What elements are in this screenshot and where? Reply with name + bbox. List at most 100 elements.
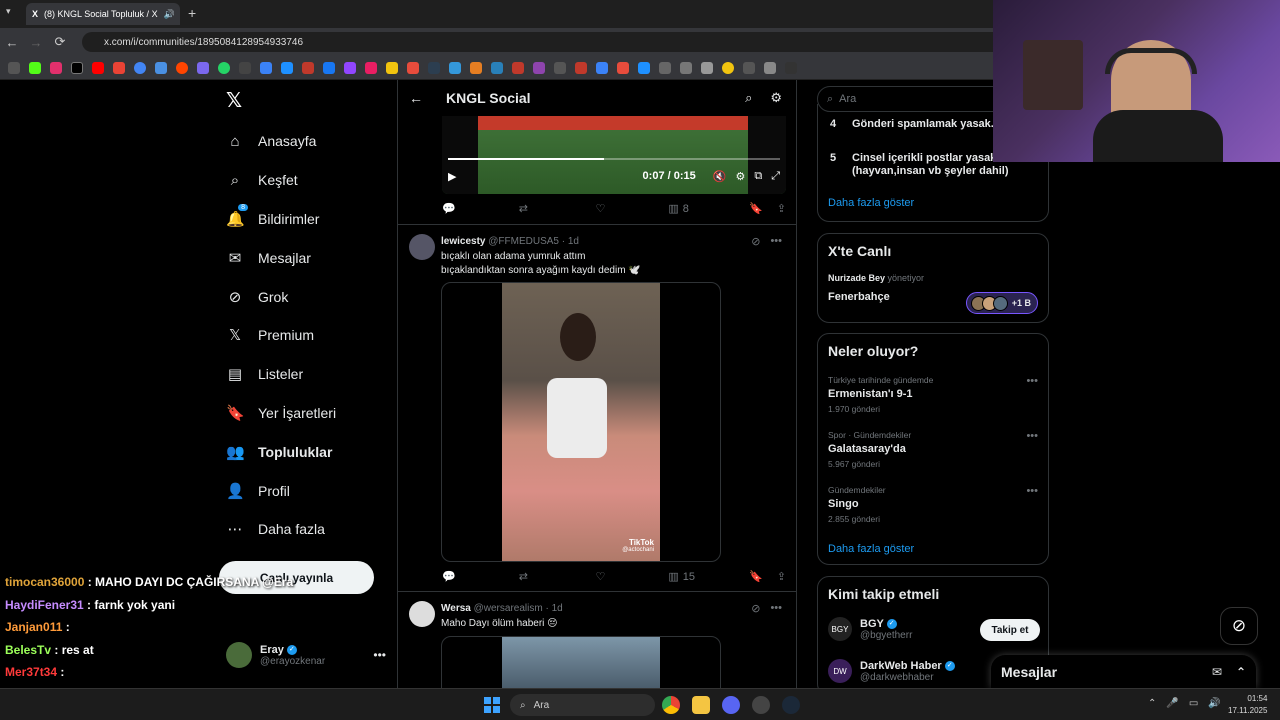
like-icon[interactable]: ♡ [596,202,669,215]
steam-icon[interactable] [782,696,800,714]
repost-icon[interactable]: ⇄ [519,202,596,215]
bookmark-icon[interactable] [575,61,587,74]
file-explorer-icon[interactable] [692,696,710,714]
more-dots-icon[interactable]: ••• [770,235,782,248]
repost-icon[interactable]: ⇄ [519,570,596,583]
follow-button[interactable]: Takip et [980,619,1040,641]
bookmark-whatsapp-icon[interactable] [218,61,230,74]
display-icon[interactable]: ▭ [1189,698,1198,709]
tab-search-icon[interactable]: ▾ [6,6,11,17]
windows-start-icon[interactable] [484,697,500,713]
bookmark-icon[interactable] [617,61,629,74]
trend-item[interactable]: Gündemdekiler Singo 2.855 gönderi ••• [828,485,1038,524]
bookmark-icon[interactable] [407,61,419,74]
bookmark-icon[interactable] [764,61,776,74]
bookmark-gmail-icon[interactable] [113,61,125,74]
bookmark-icon[interactable]: 🔖 [749,570,763,583]
bookmark-icon[interactable] [722,61,734,74]
bookmark-icon[interactable] [491,61,503,74]
bookmark-icon[interactable] [470,61,482,74]
post-author[interactable]: lewicesty [441,236,485,247]
sidebar-item-grok[interactable]: ⊘ Grok [226,277,396,316]
bookmark-icon[interactable] [239,61,251,74]
forward-arrow-icon[interactable]: → [24,35,48,50]
bookmark-x-icon[interactable] [71,61,83,74]
trend-item[interactable]: Spor · Gündemdekiler Galatasaray'da 5.96… [828,430,1038,469]
show-more-link[interactable]: Daha fazla göster [828,197,914,209]
post-video[interactable] [441,636,721,688]
audio-icon[interactable]: 🔊 [164,9,175,20]
bookmark-icon[interactable]: 🔖 [749,202,763,215]
grok-icon[interactable]: ⊘ [751,235,760,248]
search-icon[interactable]: ⌕ [745,90,752,106]
bookmark-icon[interactable] [512,61,524,74]
sidebar-item-x[interactable]: 𝕏 Premium [226,316,396,355]
bookmark-instagram-icon[interactable] [50,61,62,74]
fullscreen-icon[interactable]: ⤢ [771,170,780,183]
show-more-link[interactable]: Daha fazla göster [828,543,914,555]
browser-tab[interactable]: X (8) KNGL Social Topluluk / X 🔊 ✕ [26,3,180,25]
bookmark-icon[interactable] [596,61,608,74]
reply-icon[interactable]: 💬 [442,202,519,215]
sidebar-item-search[interactable]: ⌕ Keşfet [226,161,396,200]
bookmark-google-icon[interactable] [134,61,146,74]
speaker-icon[interactable]: 🔊 [1208,698,1220,709]
new-tab-button[interactable]: + [188,5,196,21]
follow-suggestion[interactable]: DW DarkWeb Haber ✓ @darkwebhaber [828,659,955,683]
more-dots-icon[interactable]: ••• [1026,375,1038,387]
bookmark-icon[interactable] [701,61,713,74]
bookmark-kick-icon[interactable] [29,61,41,74]
bookmark-icon[interactable] [428,61,440,74]
bookmark-icon[interactable] [449,61,461,74]
play-icon[interactable]: ▶ [448,170,456,183]
bookmark-icon[interactable] [743,61,755,74]
views-button[interactable]: ▥ 8 [668,202,749,216]
bookmark-icon[interactable] [365,61,377,74]
bookmark-icon[interactable] [680,61,692,74]
bookmark-icon[interactable] [260,61,272,74]
sidebar-item-people[interactable]: 👥 Topluluklar [226,432,396,471]
sidebar-item-mail[interactable]: ✉ Mesajlar [226,238,396,277]
chevron-up-icon[interactable]: ⌃ [1148,698,1156,709]
sidebar-item-bookmark[interactable]: 🔖 Yer İşaretleri [226,394,396,433]
apps-grid-icon[interactable] [8,61,20,74]
sidebar-item-home[interactable]: ⌂ Anasayfa [226,122,396,161]
back-arrow-icon[interactable]: ← [0,35,24,50]
new-message-icon[interactable]: ✉ [1212,665,1222,679]
sidebar-item-more-circle[interactable]: ⋯ Daha fazla [226,510,396,549]
taskbar-search[interactable]: ⌕ Ara [510,694,655,716]
bookmark-icon[interactable] [155,61,167,74]
chevron-up-icon[interactable]: ⌃ [1236,665,1246,679]
bookmark-icon[interactable] [659,61,671,74]
bookmark-youtube-icon[interactable] [92,61,104,74]
views-button[interactable]: ▥ 15 [668,570,749,584]
more-dots-icon[interactable]: ••• [770,602,782,615]
url-field[interactable]: x.com/i/communities/1895084128954933746 [82,32,1082,52]
follow-suggestion[interactable]: BGY BGY ✓ @bgyetherr [828,617,912,641]
bookmark-reddit-icon[interactable] [176,61,188,74]
reply-icon[interactable]: 💬 [442,570,519,583]
share-icon[interactable]: ⇪ [777,202,786,215]
bookmark-facebook-icon[interactable] [323,61,335,74]
grok-fab-button[interactable]: ⊘ [1220,607,1258,645]
app-icon[interactable] [752,696,770,714]
space-topic[interactable]: Fenerbahçe [828,291,890,303]
microphone-icon[interactable]: 🎤 [1166,698,1178,709]
taskbar-clock[interactable]: 01:54 17.11.2025 [1228,693,1267,717]
bookmark-icon[interactable] [197,61,209,74]
x-logo-icon[interactable]: 𝕏 [226,88,242,113]
video-player[interactable]: ▶ 0:07 / 0:15 🔇 ⚙ ⧉ ⤢ [442,116,786,194]
sidebar-item-bell[interactable]: 🔔 8 Bildirimler [226,200,396,239]
bookmark-icon[interactable] [281,61,293,74]
bookmark-icon[interactable] [386,61,398,74]
back-arrow-icon[interactable]: ← [398,90,434,106]
reload-icon[interactable]: ⟳ [48,34,72,50]
post-video[interactable]: TikTok @actochani [441,282,721,562]
more-dots-icon[interactable]: ••• [1026,485,1038,497]
discord-icon[interactable] [722,696,740,714]
bookmark-icon[interactable] [533,61,545,74]
bookmark-icon[interactable] [554,61,566,74]
chrome-icon[interactable] [662,696,680,714]
messages-drawer[interactable]: Mesajlar ✉ ⌃ [991,655,1256,688]
bookmark-icon[interactable] [302,61,314,74]
